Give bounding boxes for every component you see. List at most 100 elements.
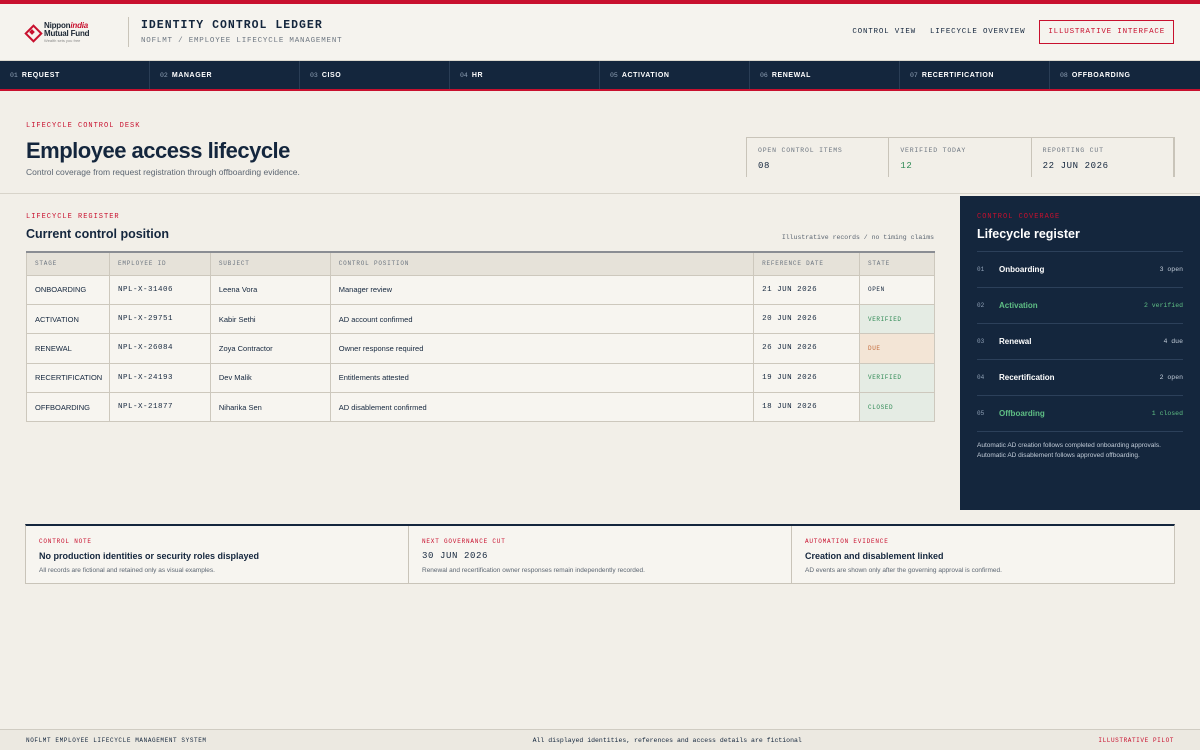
coverage-item-activation[interactable]: 02 Activation 2 verified [977,288,1183,324]
column-header-reference-date[interactable]: REFERENCE DATE [753,251,860,276]
coverage-item-count: 1 closed [1151,410,1183,417]
coverage-title: Lifecycle register [977,227,1080,241]
step-number: 03 [310,71,318,79]
step-label: CISO [321,71,342,79]
step-offboarding[interactable]: 08 OFFBOARDING [1050,61,1200,89]
nav-lifecycle-overview[interactable]: LIFECYCLE OVERVIEW [930,28,1025,36]
step-number: 02 [160,71,168,79]
column-header-state[interactable]: STATE [859,251,935,276]
hero-eyebrow: LIFECYCLE CONTROL DESK [26,122,141,130]
step-request[interactable]: 01 REQUEST [0,61,150,89]
table-row[interactable]: RENEWAL NPL-X-26084 Zoya Contractor Owne… [26,333,935,364]
note-title: No production identities or security rol… [39,551,260,561]
header-divider [128,17,129,47]
step-activation[interactable]: 05 ACTIVATION [600,61,750,89]
column-header-control-position[interactable]: CONTROL POSITION [329,251,755,276]
logo-wordmark: Nipponindia Mutual Fund Wealth sets you … [44,21,90,43]
app-title: IDENTITY CONTROL LEDGER [141,19,323,32]
step-label: ACTIVATION [621,71,670,79]
step-hr[interactable]: 04 HR [450,61,600,89]
cell-subject: Niharika Sen [209,392,331,423]
coverage-footnote: Automatic AD creation follows completed … [977,441,1183,461]
logo-word-mutual-fund: Mutual Fund [44,28,90,38]
cell-stage: ONBOARDING [26,274,110,305]
step-manager[interactable]: 02 MANAGER [150,61,300,89]
cell-control-position: Entitlements attested [329,362,755,394]
note-title: 30 JUN 2026 [422,551,489,561]
cell-control-position: AD account confirmed [329,303,755,335]
cell-subject: Zoya Contractor [209,333,331,364]
coverage-item-count: 3 open [1159,266,1183,273]
step-ciso[interactable]: 03 CISO [300,61,450,89]
coverage-item-name: Activation [999,301,1038,310]
cell-stage: ACTIVATION [26,303,110,335]
control-position-table: STAGE EMPLOYEE ID SUBJECT CONTROL POSITI… [26,251,935,423]
kpi-label: OPEN CONTROL ITEMS [758,147,843,154]
column-header-stage[interactable]: STAGE [26,251,110,276]
cell-subject: Dev Malik [209,362,331,394]
step-recertification[interactable]: 07 RECERTIFICATION [900,61,1050,89]
notes-strip: CONTROL NOTE No production identities or… [25,524,1175,584]
note-text: All records are fictional and retained o… [39,567,215,574]
coverage-footnote-line: Automatic AD creation follows completed … [977,442,1161,449]
lifecycle-stepper: 01 REQUEST 02 MANAGER 03 CISO 04 HR 05 ACTIVA… [0,61,1200,91]
coverage-item-offboarding[interactable]: 05 Offboarding 1 closed [977,396,1183,432]
coverage-item-name: Onboarding [999,265,1045,274]
header-nav: CONTROL VIEW LIFECYCLE OVERVIEW ILLUSTRA… [852,20,1174,44]
cell-reference-date: 20 JUN 2026 [753,303,860,335]
header-titles: IDENTITY CONTROL LEDGER NOFLMT / EMPLOYE… [141,19,342,45]
column-header-employee-id[interactable]: EMPLOYEE ID [108,251,211,276]
logo-icon [26,26,38,38]
note-label: NEXT GOVERNANCE CUT [422,538,506,545]
cell-employee-id: NPL-X-24193 [108,362,211,394]
table-header-row: STAGE EMPLOYEE ID SUBJECT CONTROL POSITI… [26,251,935,276]
coverage-eyebrow: CONTROL COVERAGE [977,213,1061,221]
cell-reference-date: 21 JUN 2026 [753,274,860,305]
status-badge: DUE [859,333,935,364]
footer-system-name: NOFLMT EMPLOYEE LIFECYCLE MANAGEMENT SYS… [26,736,207,744]
step-label: RENEWAL [771,71,812,79]
brand-logo[interactable]: Nipponindia Mutual Fund Wealth sets you … [26,21,114,43]
coverage-item-recertification[interactable]: 04 Recertification 2 open [977,360,1183,396]
note-text: Renewal and recertification owner respon… [422,567,645,574]
table-row[interactable]: OFFBOARDING NPL-X-21877 Niharika Sen AD … [26,392,935,423]
step-label: MANAGER [171,71,213,79]
coverage-footnote-line: Automatic AD disablement follows approve… [977,451,1140,459]
register-note: Illustrative records / no timing claims [781,234,934,241]
cell-employee-id: NPL-X-26084 [108,333,211,364]
coverage-item-number: 04 [977,374,985,381]
cell-stage: RECERTIFICATION [26,362,110,394]
note-control: CONTROL NOTE No production identities or… [26,526,409,583]
kpi-label: REPORTING CUT [1042,147,1104,154]
step-number: 05 [610,71,618,79]
coverage-item-name: Recertification [999,373,1055,382]
step-number: 06 [760,71,768,79]
coverage-item-onboarding[interactable]: 01 Onboarding 3 open [977,252,1183,288]
table-row[interactable]: ONBOARDING NPL-X-31406 Leena Vora Manage… [26,274,935,305]
nav-control-view[interactable]: CONTROL VIEW [852,28,916,36]
note-automation-evidence: AUTOMATION EVIDENCE Creation and disable… [792,526,1174,583]
coverage-item-renewal[interactable]: 03 Renewal 4 due [977,324,1183,360]
kpi-strip: OPEN CONTROL ITEMS 08 VERIFIED TODAY 12 … [746,137,1175,177]
cell-employee-id: NPL-X-29751 [108,303,211,335]
cell-stage: RENEWAL [26,333,110,364]
status-badge: VERIFIED [859,362,935,394]
note-label: CONTROL NOTE [39,538,92,545]
table-row[interactable]: RECERTIFICATION NPL-X-24193 Dev Malik En… [26,362,935,394]
kpi-value: 12 [900,161,913,171]
step-label: RECERTIFICATION [921,71,995,79]
illustrative-interface-button[interactable]: ILLUSTRATIVE INTERFACE [1039,20,1174,44]
column-header-subject[interactable]: SUBJECT [209,251,331,276]
coverage-list: 01 Onboarding 3 open 02 Activation 2 ver… [977,251,1183,432]
lifecycle-register-panel: LIFECYCLE REGISTER Current control posit… [0,196,960,510]
note-label: AUTOMATION EVIDENCE [805,538,889,545]
cell-reference-date: 19 JUN 2026 [753,362,860,394]
cell-stage: OFFBOARDING [26,392,110,423]
coverage-item-count: 4 due [1163,338,1183,345]
coverage-item-number: 01 [977,266,985,273]
step-renewal[interactable]: 06 RENEWAL [750,61,900,89]
coverage-item-name: Offboarding [999,409,1045,418]
table-row[interactable]: ACTIVATION NPL-X-29751 Kabir Sethi AD ac… [26,303,935,335]
footer-pilot-label: ILLUSTRATIVE PILOT [1098,736,1174,744]
cell-reference-date: 26 JUN 2026 [753,333,860,364]
